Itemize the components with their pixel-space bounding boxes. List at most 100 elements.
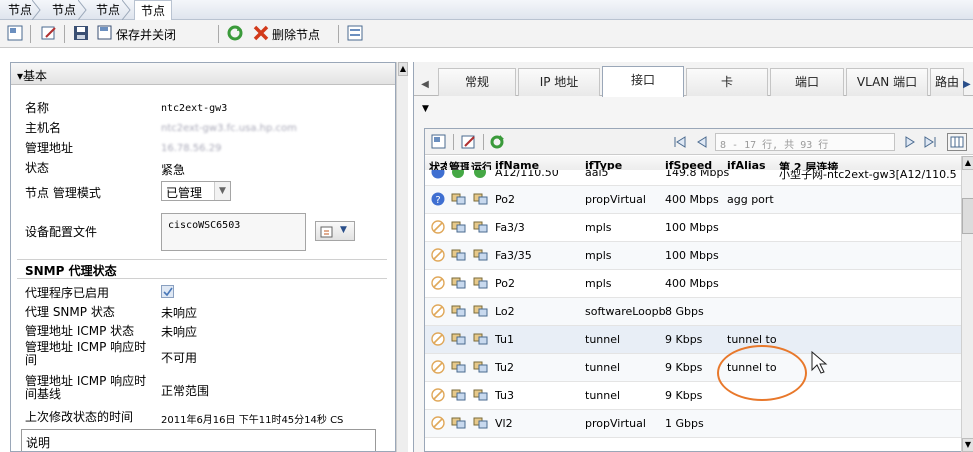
table-row[interactable]: Tu2 tunnel 9 Kbps tunnel to (425, 354, 961, 382)
scroll-down-icon[interactable]: ▼ (962, 438, 973, 452)
breadcrumb-separator (32, 0, 41, 20)
delete-icon[interactable] (252, 24, 270, 42)
cell-ifalias: agg port (727, 193, 774, 206)
tab-scroll-right-icon[interactable]: ▶ (963, 72, 973, 100)
toolbar: 保存并关闭 删除节点 (0, 20, 973, 48)
table-row[interactable]: Vl2 propVirtual 1 Gbps (425, 410, 961, 438)
oper-state-icon (474, 170, 486, 178)
device-profile-lookup-button[interactable]: ▼ (315, 221, 355, 241)
tab-ports[interactable]: 端口 (770, 68, 844, 96)
table-row[interactable]: Fa3/35 mpls 100 Mbps (425, 242, 961, 270)
tab-cards[interactable]: 卡 (686, 68, 768, 96)
tab-ip-address[interactable]: IP 地址 (518, 68, 600, 96)
table-row[interactable]: Po2 mpls 400 Mbps (425, 270, 961, 298)
cell-ifname: Po2 (495, 193, 515, 206)
basic-section-header[interactable]: ▾基本 (11, 63, 395, 85)
form-icon[interactable] (346, 24, 364, 42)
open-icon[interactable] (6, 24, 24, 42)
breadcrumb-item[interactable]: 节点 (46, 0, 82, 20)
toolbar-divider (338, 25, 339, 43)
refresh-icon[interactable] (226, 24, 244, 42)
cell-ifspeed: 100 Mbps (665, 249, 719, 262)
table-row[interactable]: Tu1 tunnel 9 Kbps tunnel to (425, 326, 961, 354)
previous-page-icon[interactable] (695, 135, 709, 149)
interfaces-table: 8 - 17 行, 共 93 行 状态 管理 运行 ifName ifType … (424, 128, 973, 452)
save-icon[interactable] (72, 24, 90, 42)
table-row[interactable]: Tu3 tunnel 9 Kbps (425, 382, 961, 410)
table-row[interactable]: ? Po2 propVirtual 400 Mbps agg port (425, 186, 961, 214)
device-profile-label: 设备配置文件 (25, 225, 98, 239)
cell-ifspeed: 9 Kbps (665, 333, 703, 346)
admin-state-icon (451, 277, 466, 289)
cell-ifname: Lo2 (495, 305, 515, 318)
column-chooser-button[interactable] (947, 133, 967, 151)
icmp-baseline-label: 管理地址 ICMP 响应时间基线 (25, 374, 147, 401)
oper-state-icon (473, 361, 488, 373)
manage-mode-label: 节点 管理模式 (25, 186, 101, 200)
cell-ifname: Fa3/35 (495, 249, 532, 262)
basic-section-title[interactable]: ▾基本 (17, 67, 47, 84)
last-modified-label: 上次修改状态的时间 (25, 410, 134, 424)
table-row[interactable]: Lo2 softwareLoopb 8 Gbps (425, 298, 961, 326)
cell-iftype: tunnel (585, 361, 621, 374)
svg-text:?: ? (435, 195, 440, 206)
scroll-thumb[interactable] (962, 198, 973, 234)
oper-state-icon (473, 305, 488, 317)
edit-icon[interactable] (40, 24, 58, 42)
chevron-down-icon[interactable]: ▼ (214, 182, 230, 200)
admin-state-icon (451, 305, 466, 317)
refresh-icon[interactable] (489, 134, 505, 150)
last-page-icon[interactable] (923, 135, 937, 149)
cell-ifname: Vl2 (495, 417, 513, 430)
table-row[interactable]: A12/110.50 aal5 149.8 Mbps 小型子网-ntc2ext-gw3… (425, 170, 961, 186)
save-close-icon[interactable] (96, 24, 114, 42)
cell-ifspeed: 1 Gbps (665, 417, 704, 430)
no-status-icon (431, 388, 445, 402)
next-page-icon[interactable] (903, 135, 917, 149)
tab-general[interactable]: 常规 (438, 68, 516, 96)
breadcrumb-item-current[interactable]: 节点 (134, 0, 173, 20)
left-scrollbar[interactable]: ▲ (396, 62, 408, 452)
unknown-status-icon: ? (431, 192, 445, 206)
tab-scroll-left-icon[interactable]: ◀ (416, 72, 434, 100)
table-row[interactable]: Fa3/3 mpls 100 Mbps (425, 214, 961, 242)
no-status-icon (431, 332, 445, 346)
icmp-response-label: 管理地址 ICMP 响应时间 (25, 340, 147, 367)
oper-state-icon (473, 333, 488, 345)
annotation-highlight-oval (717, 345, 807, 401)
pager-field[interactable]: 8 - 17 行, 共 93 行 (715, 133, 895, 151)
description-box[interactable]: 说明 (21, 429, 376, 451)
cell-ifspeed: 400 Mbps (665, 277, 719, 290)
check-icon (163, 287, 173, 297)
manage-mode-select[interactable]: 已管理 ▼ (161, 181, 231, 201)
collapse-chevron-icon[interactable]: ▼ (422, 104, 429, 114)
admin-state-icon (451, 193, 466, 205)
cell-iftype: mpls (585, 221, 612, 234)
cell-ifname: Po2 (495, 277, 515, 290)
save-close-button[interactable]: 保存并关闭 (116, 26, 176, 43)
first-page-icon[interactable] (673, 135, 687, 149)
cell-iftype: propVirtual (585, 193, 646, 206)
scroll-up-icon[interactable]: ▲ (398, 62, 408, 76)
table-scrollbar[interactable]: ▲ ▼ (961, 156, 973, 452)
breadcrumb-separator (78, 0, 87, 20)
icmp-response-value: 不可用 (161, 351, 198, 365)
tab-interfaces[interactable]: 接口 (602, 66, 684, 97)
cell-ifspeed: 8 Gbps (665, 305, 704, 318)
partial-status-icon (431, 170, 445, 179)
tab-vlan-ports[interactable]: VLAN 端口 (846, 68, 928, 96)
breadcrumb: 节点 节点 节点 节点 (0, 0, 973, 20)
breadcrumb-item[interactable]: 节点 (90, 0, 126, 20)
last-modified-value: 2011年6月16日 下午11时45分14秒 CS (161, 415, 344, 426)
edit-icon[interactable] (461, 134, 477, 150)
device-profile-field[interactable]: ciscoWSC6503 (161, 213, 306, 251)
scroll-up-icon[interactable]: ▲ (962, 156, 973, 170)
cell-ifspeed: 9 Kbps (665, 361, 703, 374)
delete-node-button[interactable]: 删除节点 (272, 26, 320, 43)
status-label: 状态 (25, 161, 50, 175)
agent-enabled-checkbox[interactable] (161, 285, 174, 298)
tab-routing[interactable]: 路由 (930, 68, 964, 96)
cell-iftype: aal5 (585, 170, 609, 179)
open-icon[interactable] (431, 134, 447, 150)
cell-ifspeed: 100 Mbps (665, 221, 719, 234)
